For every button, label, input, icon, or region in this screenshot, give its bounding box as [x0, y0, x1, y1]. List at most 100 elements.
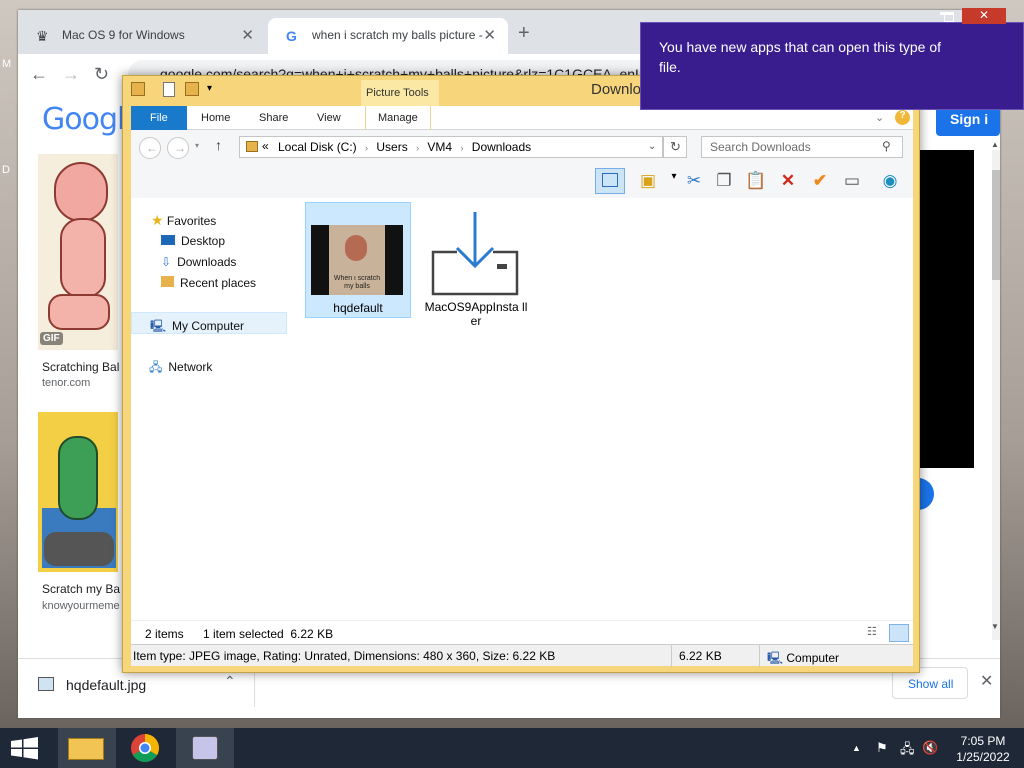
- item-location: 🖳 Computer: [767, 649, 839, 670]
- search-input[interactable]: Search Downloads ⚲: [701, 136, 903, 158]
- scrollbar-thumb[interactable]: [992, 170, 1000, 280]
- up-icon[interactable]: ↑: [215, 137, 222, 153]
- tab-file[interactable]: File: [131, 106, 187, 130]
- divider: [254, 667, 255, 707]
- refresh-icon[interactable]: ↻: [663, 136, 687, 158]
- download-filename[interactable]: hqdefault.jpg: [66, 677, 146, 693]
- shell-icon[interactable]: ◉: [877, 168, 903, 194]
- delete-icon[interactable]: ✕: [775, 168, 801, 194]
- expand-ribbon-icon[interactable]: ⌄: [875, 111, 884, 124]
- breadcrumb-separator-icon[interactable]: ›: [360, 143, 373, 153]
- network-icon: 🖧: [149, 360, 163, 374]
- downloads-icon: ⇩: [161, 255, 172, 269]
- address-dropdown-icon[interactable]: ⌄: [648, 141, 656, 152]
- mac-os-9-taskbar-button[interactable]: [176, 728, 234, 768]
- location-text: Computer: [786, 651, 840, 665]
- properties-icon[interactable]: [163, 82, 175, 97]
- close-tab-icon[interactable]: ✕: [483, 26, 496, 44]
- tab-home[interactable]: Home: [189, 106, 242, 130]
- item-details: Item type: JPEG image, Rating: Unrated, …: [133, 649, 556, 663]
- large-icons-view-icon[interactable]: [889, 624, 909, 642]
- file-list: When i scratch my balls hqdefault MacOS9…: [291, 198, 913, 620]
- result-image-2[interactable]: [38, 412, 118, 572]
- volume-muted-icon[interactable]: 🔇: [922, 740, 938, 756]
- paste-icon[interactable]: 📋: [743, 168, 769, 194]
- forward-icon[interactable]: →: [62, 64, 80, 85]
- result-caption[interactable]: Scratch my Ba: [42, 582, 120, 596]
- nav-downloads[interactable]: ⇩ Downloads: [161, 255, 236, 269]
- forward-icon[interactable]: →: [167, 137, 189, 159]
- breadcrumb-vm4[interactable]: VM4: [427, 140, 452, 154]
- checkmark-icon[interactable]: ✔: [807, 168, 833, 194]
- customize-qat-icon[interactable]: ▾: [207, 83, 212, 94]
- new-tab-button[interactable]: +: [518, 22, 530, 45]
- tab-title: Mac OS 9 for Windows: [62, 28, 185, 42]
- cut-icon[interactable]: ✂: [681, 168, 707, 194]
- tab-google-search[interactable]: G when i scratch my balls picture - ✕: [268, 18, 508, 54]
- scroll-down-icon[interactable]: ▼: [991, 622, 999, 631]
- search-placeholder: Search Downloads: [710, 140, 811, 154]
- network-tray-icon[interactable]: 🖧: [900, 740, 915, 762]
- new-folder-icon[interactable]: [185, 82, 199, 96]
- file-item-macos9-installer[interactable]: MacOS9AppInsta ller: [423, 202, 529, 332]
- chevron-up-icon[interactable]: ⌃: [224, 673, 236, 690]
- new-apps-toast[interactable]: You have new apps that can open this typ…: [640, 22, 1024, 110]
- chrome-taskbar-button[interactable]: [116, 728, 174, 768]
- breadcrumb-downloads[interactable]: Downloads: [472, 140, 531, 154]
- back-icon[interactable]: ←: [139, 137, 161, 159]
- rename-icon[interactable]: ▭: [839, 168, 865, 194]
- nav-network[interactable]: 🖧 Network: [149, 358, 212, 379]
- nav-label: Network: [168, 360, 213, 374]
- tab-share[interactable]: Share: [247, 106, 300, 130]
- action-center-flag-icon[interactable]: ⚑: [876, 740, 888, 756]
- folder-icon[interactable]: [131, 82, 145, 96]
- close-tab-icon[interactable]: ✕: [241, 26, 254, 44]
- result-image-1[interactable]: GIF: [38, 154, 118, 350]
- back-icon[interactable]: ←: [30, 64, 48, 85]
- tab-mac-os-9[interactable]: ♛ Mac OS 9 for Windows ✕: [18, 18, 266, 54]
- gif-badge: GIF: [40, 332, 63, 345]
- nav-desktop[interactable]: Desktop: [161, 234, 225, 248]
- recent-locations-icon[interactable]: ▾: [195, 141, 199, 150]
- nav-recent-places[interactable]: Recent places: [161, 276, 256, 290]
- computer-icon: 🖳: [767, 651, 784, 665]
- breadcrumb-local-disk[interactable]: Local Disk (C:): [278, 140, 357, 154]
- tab-view[interactable]: View: [305, 106, 353, 130]
- breadcrumb-users[interactable]: Users: [376, 140, 407, 154]
- help-icon[interactable]: ?: [895, 110, 910, 125]
- address-bar[interactable]: « Local Disk (C:) › Users › VM4 › Downlo…: [239, 136, 663, 158]
- tab-manage[interactable]: Manage: [365, 106, 431, 130]
- mac-face-icon: [192, 736, 218, 760]
- breadcrumb-separator-icon[interactable]: ›: [411, 143, 424, 153]
- nav-label: Favorites: [166, 214, 217, 228]
- nav-label: Recent places: [180, 276, 257, 290]
- breadcrumb-separator-icon[interactable]: ›: [455, 143, 468, 153]
- result-source[interactable]: tenor.com: [42, 377, 90, 389]
- breadcrumb-overflow[interactable]: «: [262, 139, 269, 153]
- window-title: Downlo: [591, 81, 642, 98]
- nav-favorites[interactable]: ★ Favorites: [151, 212, 216, 229]
- scroll-up-icon[interactable]: ▲: [991, 140, 999, 149]
- result-caption[interactable]: Scratching Bal: [42, 360, 119, 374]
- computer-icon: 🖳: [150, 319, 167, 333]
- properties-icon[interactable]: ▣: [635, 168, 661, 194]
- nav-my-computer[interactable]: 🖳 My Computer: [131, 312, 287, 334]
- close-shelf-icon[interactable]: ✕: [980, 671, 993, 691]
- file-explorer-taskbar-button[interactable]: [58, 728, 116, 768]
- preview-pane-icon[interactable]: [595, 168, 625, 194]
- close-window-icon[interactable]: ✕: [962, 8, 1006, 24]
- restore-icon[interactable]: [944, 14, 954, 22]
- taskbar: ▲ ⚑ 🖧 🔇 7:05 PM 1/25/2022: [0, 728, 1024, 768]
- reload-icon[interactable]: ↻: [94, 64, 109, 85]
- file-item-hqdefault[interactable]: When i scratch my balls hqdefault: [305, 202, 411, 318]
- tab-title: when i scratch my balls picture -: [312, 28, 483, 42]
- result-source[interactable]: knowyourmeme: [42, 600, 120, 612]
- clock[interactable]: 7:05 PM 1/25/2022: [950, 733, 1016, 765]
- show-hidden-icons-icon[interactable]: ▲: [852, 743, 861, 753]
- desktop-edge-text: M: [2, 58, 12, 70]
- start-button[interactable]: [0, 728, 58, 768]
- nav-label: My Computer: [172, 319, 245, 333]
- details-view-icon[interactable]: ☷: [867, 625, 883, 641]
- copy-icon[interactable]: ❐: [711, 168, 737, 194]
- command-bar: ▣ ▾ ✂ ❐ 📋 ✕ ✔ ▭ ◉: [131, 164, 913, 198]
